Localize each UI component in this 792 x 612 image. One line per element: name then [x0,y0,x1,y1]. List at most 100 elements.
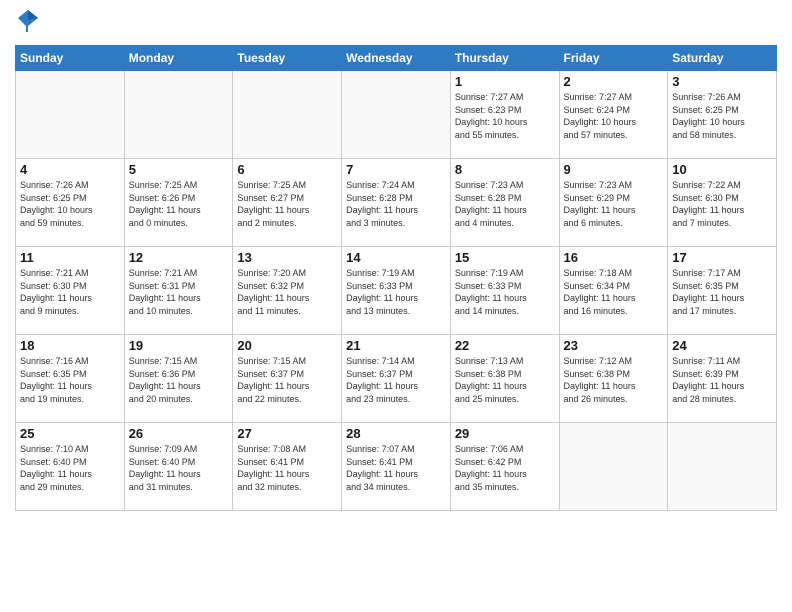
weekday-header-tuesday: Tuesday [233,46,342,71]
day-number: 17 [672,250,772,265]
calendar-cell: 5 Sunrise: 7:25 AM Sunset: 6:26 PM Daylig… [124,159,233,247]
calendar-cell: 7Sunrise: 7:24 AM Sunset: 6:28 PM Daylig… [342,159,451,247]
weekday-header-wednesday: Wednesday [342,46,451,71]
calendar-cell: 23 Sunrise: 7:12 AM Sunset: 6:38 PM Dayli… [559,335,668,423]
day-number: 9 [564,162,664,177]
day-info: Sunrise: 7:07 AM Sunset: 6:41 PM Dayligh… [346,443,446,493]
week-row-4: 25Sunrise: 7:10 AM Sunset: 6:40 PM Dayli… [16,423,777,511]
calendar-cell: 2 Sunrise: 7:27 AM Sunset: 6:24 PM Daylig… [559,71,668,159]
week-row-1: 4 Sunrise: 7:26 AM Sunset: 6:25 PM Daylig… [16,159,777,247]
calendar-table: SundayMondayTuesdayWednesdayThursdayFrid… [15,45,777,511]
weekday-header-row: SundayMondayTuesdayWednesdayThursdayFrid… [16,46,777,71]
day-info: Sunrise: 7:24 AM Sunset: 6:28 PM Dayligh… [346,179,446,229]
calendar-cell: 28Sunrise: 7:07 AM Sunset: 6:41 PM Dayli… [342,423,451,511]
day-number: 23 [564,338,664,353]
day-info: Sunrise: 7:11 AM Sunset: 6:39 PM Dayligh… [672,355,772,405]
day-number: 3 [672,74,772,89]
weekday-header-sunday: Sunday [16,46,125,71]
day-number: 19 [129,338,229,353]
calendar-cell: 1 Sunrise: 7:27 AM Sunset: 6:23 PM Daylig… [450,71,559,159]
page-container: SundayMondayTuesdayWednesdayThursdayFrid… [0,0,792,521]
calendar-cell: 21Sunrise: 7:14 AM Sunset: 6:37 PM Dayli… [342,335,451,423]
day-number: 26 [129,426,229,441]
logo-flag-icon [18,10,38,37]
day-info: Sunrise: 7:15 AM Sunset: 6:37 PM Dayligh… [237,355,337,405]
day-info: Sunrise: 7:14 AM Sunset: 6:37 PM Dayligh… [346,355,446,405]
day-info: Sunrise: 7:25 AM Sunset: 6:26 PM Dayligh… [129,179,229,229]
day-number: 15 [455,250,555,265]
day-number: 24 [672,338,772,353]
day-info: Sunrise: 7:15 AM Sunset: 6:36 PM Dayligh… [129,355,229,405]
day-info: Sunrise: 7:19 AM Sunset: 6:33 PM Dayligh… [346,267,446,317]
calendar-cell: 18 Sunrise: 7:16 AM Sunset: 6:35 PM Dayli… [16,335,125,423]
day-info: Sunrise: 7:16 AM Sunset: 6:35 PM Dayligh… [20,355,120,405]
day-number: 1 [455,74,555,89]
day-info: Sunrise: 7:23 AM Sunset: 6:28 PM Dayligh… [455,179,555,229]
day-number: 2 [564,74,664,89]
header [15,10,777,37]
day-info: Sunrise: 7:22 AM Sunset: 6:30 PM Dayligh… [672,179,772,229]
day-info: Sunrise: 7:06 AM Sunset: 6:42 PM Dayligh… [455,443,555,493]
day-number: 27 [237,426,337,441]
weekday-header-monday: Monday [124,46,233,71]
calendar-cell: 11 Sunrise: 7:21 AM Sunset: 6:30 PM Dayli… [16,247,125,335]
day-info: Sunrise: 7:17 AM Sunset: 6:35 PM Dayligh… [672,267,772,317]
day-info: Sunrise: 7:19 AM Sunset: 6:33 PM Dayligh… [455,267,555,317]
day-number: 11 [20,250,120,265]
day-info: Sunrise: 7:21 AM Sunset: 6:30 PM Dayligh… [20,267,120,317]
calendar-cell [124,71,233,159]
calendar-cell: 19 Sunrise: 7:15 AM Sunset: 6:36 PM Dayli… [124,335,233,423]
calendar-cell: 20 Sunrise: 7:15 AM Sunset: 6:37 PM Dayli… [233,335,342,423]
calendar-cell: 10Sunrise: 7:22 AM Sunset: 6:30 PM Dayli… [668,159,777,247]
day-info: Sunrise: 7:09 AM Sunset: 6:40 PM Dayligh… [129,443,229,493]
week-row-0: 1 Sunrise: 7:27 AM Sunset: 6:23 PM Daylig… [16,71,777,159]
calendar-cell: 13 Sunrise: 7:20 AM Sunset: 6:32 PM Dayli… [233,247,342,335]
calendar-cell: 9 Sunrise: 7:23 AM Sunset: 6:29 PM Daylig… [559,159,668,247]
day-number: 29 [455,426,555,441]
week-row-3: 18 Sunrise: 7:16 AM Sunset: 6:35 PM Dayli… [16,335,777,423]
calendar-cell [16,71,125,159]
calendar-cell [559,423,668,511]
day-info: Sunrise: 7:21 AM Sunset: 6:31 PM Dayligh… [129,267,229,317]
calendar-cell: 4 Sunrise: 7:26 AM Sunset: 6:25 PM Daylig… [16,159,125,247]
calendar-cell: 27 Sunrise: 7:08 AM Sunset: 6:41 PM Dayli… [233,423,342,511]
day-info: Sunrise: 7:12 AM Sunset: 6:38 PM Dayligh… [564,355,664,405]
weekday-header-friday: Friday [559,46,668,71]
calendar-cell: 25Sunrise: 7:10 AM Sunset: 6:40 PM Dayli… [16,423,125,511]
calendar-cell: 3 Sunrise: 7:26 AM Sunset: 6:25 PM Daylig… [668,71,777,159]
calendar-cell [668,423,777,511]
day-info: Sunrise: 7:27 AM Sunset: 6:24 PM Dayligh… [564,91,664,141]
day-number: 5 [129,162,229,177]
calendar-cell: 14 Sunrise: 7:19 AM Sunset: 6:33 PM Dayli… [342,247,451,335]
weekday-header-saturday: Saturday [668,46,777,71]
calendar-cell: 15 Sunrise: 7:19 AM Sunset: 6:33 PM Dayli… [450,247,559,335]
day-number: 14 [346,250,446,265]
day-number: 4 [20,162,120,177]
day-number: 12 [129,250,229,265]
day-info: Sunrise: 7:25 AM Sunset: 6:27 PM Dayligh… [237,179,337,229]
calendar-cell: 22Sunrise: 7:13 AM Sunset: 6:38 PM Dayli… [450,335,559,423]
week-row-2: 11 Sunrise: 7:21 AM Sunset: 6:30 PM Dayli… [16,247,777,335]
day-number: 18 [20,338,120,353]
day-info: Sunrise: 7:18 AM Sunset: 6:34 PM Dayligh… [564,267,664,317]
calendar-cell: 6Sunrise: 7:25 AM Sunset: 6:27 PM Daylig… [233,159,342,247]
day-info: Sunrise: 7:26 AM Sunset: 6:25 PM Dayligh… [20,179,120,229]
calendar-cell: 29 Sunrise: 7:06 AM Sunset: 6:42 PM Dayli… [450,423,559,511]
day-info: Sunrise: 7:27 AM Sunset: 6:23 PM Dayligh… [455,91,555,141]
day-info: Sunrise: 7:26 AM Sunset: 6:25 PM Dayligh… [672,91,772,141]
day-info: Sunrise: 7:13 AM Sunset: 6:38 PM Dayligh… [455,355,555,405]
day-number: 20 [237,338,337,353]
day-number: 8 [455,162,555,177]
day-number: 13 [237,250,337,265]
logo [15,14,38,37]
calendar-cell [342,71,451,159]
logo-content [15,14,38,37]
day-info: Sunrise: 7:23 AM Sunset: 6:29 PM Dayligh… [564,179,664,229]
day-info: Sunrise: 7:20 AM Sunset: 6:32 PM Dayligh… [237,267,337,317]
weekday-header-thursday: Thursday [450,46,559,71]
calendar-cell: 16Sunrise: 7:18 AM Sunset: 6:34 PM Dayli… [559,247,668,335]
calendar-cell: 17 Sunrise: 7:17 AM Sunset: 6:35 PM Dayli… [668,247,777,335]
day-info: Sunrise: 7:08 AM Sunset: 6:41 PM Dayligh… [237,443,337,493]
calendar-cell [233,71,342,159]
calendar-cell: 26 Sunrise: 7:09 AM Sunset: 6:40 PM Dayli… [124,423,233,511]
